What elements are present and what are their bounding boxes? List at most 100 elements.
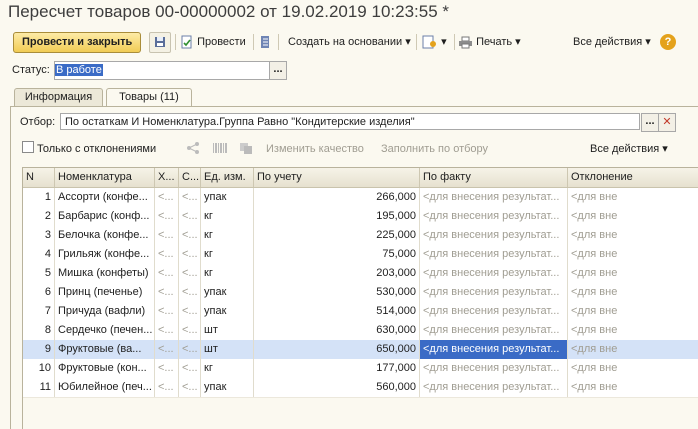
cell-n[interactable]: 1	[23, 188, 55, 207]
cell-by-account[interactable]: 530,000	[254, 283, 420, 302]
status-field[interactable]: В работе	[54, 61, 270, 80]
cell-series[interactable]: <...	[179, 321, 201, 340]
cell-by-account[interactable]: 560,000	[254, 378, 420, 397]
cell-by-account[interactable]: 177,000	[254, 359, 420, 378]
cell-n[interactable]: 8	[23, 321, 55, 340]
cell-characteristic[interactable]: <...	[155, 245, 179, 264]
filter-select-button[interactable]: ...	[641, 113, 659, 132]
col-by-account[interactable]: По учету	[254, 168, 420, 187]
document-journal-button[interactable]	[260, 31, 270, 53]
col-name[interactable]: Номенклатура	[55, 168, 155, 187]
cell-characteristic[interactable]: <...	[155, 207, 179, 226]
table-row[interactable]: 7 Причуда (вафли) <... <... упак 514,000 <для …	[23, 302, 698, 322]
cell-unit[interactable]: упак	[201, 188, 254, 207]
help-icon[interactable]: ?	[660, 34, 676, 50]
cell-series[interactable]: <...	[179, 226, 201, 245]
cell-series[interactable]: <...	[179, 340, 201, 359]
cell-by-account[interactable]: 225,000	[254, 226, 420, 245]
document-actions-dropdown[interactable]: ▾	[422, 31, 447, 53]
table-row[interactable]: 8 Сердечко (печен... <... <... шт 630,000 <для…	[23, 321, 698, 341]
save-button[interactable]	[149, 32, 171, 53]
filter-field[interactable]: По остаткам И Номенклатура.Группа Равно …	[60, 113, 640, 130]
cell-by-fact[interactable]: <для внесения результат...	[420, 302, 568, 321]
table-row[interactable]: 6 Принц (печенье) <... <... упак 530,000 <для …	[23, 283, 698, 303]
cell-series[interactable]: <...	[179, 207, 201, 226]
col-by-fact[interactable]: По факту	[420, 168, 568, 187]
cell-deviation[interactable]: <для вне	[568, 302, 698, 321]
share-icon[interactable]	[186, 141, 200, 157]
cell-unit[interactable]: кг	[201, 359, 254, 378]
create-based-on-dropdown[interactable]: Создать на основании ▾	[288, 31, 411, 53]
table-all-actions-dropdown[interactable]: Все действия ▾	[590, 141, 668, 157]
cell-characteristic[interactable]: <...	[155, 188, 179, 207]
cell-by-account[interactable]: 195,000	[254, 207, 420, 226]
cell-deviation[interactable]: <для вне	[568, 321, 698, 340]
table-row[interactable]: 9 Фруктовые (ва... <... <... шт 650,000 <для в…	[23, 340, 698, 360]
cell-characteristic[interactable]: <...	[155, 302, 179, 321]
cell-deviation[interactable]: <для вне	[568, 226, 698, 245]
table-row[interactable]: 11 Юбилейное (печ... <... <... упак 560,000 <д…	[23, 378, 698, 398]
cell-series[interactable]: <...	[179, 264, 201, 283]
cell-deviation[interactable]: <для вне	[568, 340, 698, 359]
cell-by-account[interactable]: 650,000	[254, 340, 420, 359]
table-row[interactable]: 4 Грильяж (конфе... <... <... кг 75,000 <для в…	[23, 245, 698, 265]
cell-unit[interactable]: кг	[201, 226, 254, 245]
cell-unit[interactable]: шт	[201, 340, 254, 359]
cell-series[interactable]: <...	[179, 245, 201, 264]
cell-n[interactable]: 6	[23, 283, 55, 302]
cell-characteristic[interactable]: <...	[155, 340, 179, 359]
cell-deviation[interactable]: <для вне	[568, 283, 698, 302]
cell-n[interactable]: 11	[23, 378, 55, 397]
cell-series[interactable]: <...	[179, 302, 201, 321]
cell-series[interactable]: <...	[179, 188, 201, 207]
cell-characteristic[interactable]: <...	[155, 321, 179, 340]
cell-characteristic[interactable]: <...	[155, 264, 179, 283]
cell-by-fact[interactable]: <для внесения результат...	[420, 207, 568, 226]
cell-name[interactable]: Белочка (конфе...	[55, 226, 155, 245]
cell-characteristic[interactable]: <...	[155, 283, 179, 302]
cell-by-account[interactable]: 514,000	[254, 302, 420, 321]
cell-n[interactable]: 9	[23, 340, 55, 359]
cell-series[interactable]: <...	[179, 378, 201, 397]
cell-deviation[interactable]: <для вне	[568, 207, 698, 226]
cell-unit[interactable]: упак	[201, 378, 254, 397]
cell-by-account[interactable]: 203,000	[254, 264, 420, 283]
barcode-icon[interactable]	[212, 141, 228, 157]
cell-characteristic[interactable]: <...	[155, 226, 179, 245]
cell-by-fact[interactable]: <для внесения результат...	[420, 245, 568, 264]
cell-name[interactable]: Сердечко (печен...	[55, 321, 155, 340]
col-series[interactable]: С...	[179, 168, 201, 187]
cell-name[interactable]: Фруктовые (кон...	[55, 359, 155, 378]
cell-name[interactable]: Ассорти (конфе...	[55, 188, 155, 207]
cell-n[interactable]: 2	[23, 207, 55, 226]
cell-by-fact[interactable]: <для внесения результат...	[420, 264, 568, 283]
col-n[interactable]: N	[23, 168, 55, 187]
change-quality-button[interactable]: Изменить качество	[266, 141, 364, 157]
cell-n[interactable]: 7	[23, 302, 55, 321]
cell-series[interactable]: <...	[179, 359, 201, 378]
post-and-close-button[interactable]: Провести и закрыть	[13, 32, 142, 53]
cell-n[interactable]: 10	[23, 359, 55, 378]
all-actions-dropdown[interactable]: Все действия ▾	[573, 31, 651, 53]
table-row[interactable]: 10 Фруктовые (кон... <... <... кг 177,000 <для…	[23, 359, 698, 379]
cell-by-fact[interactable]: <для внесения результат...	[420, 340, 568, 359]
cell-deviation[interactable]: <для вне	[568, 264, 698, 283]
print-dropdown[interactable]: Печать ▾	[458, 31, 521, 53]
cell-deviation[interactable]: <для вне	[568, 378, 698, 397]
fill-by-filter-button[interactable]: Заполнить по отбору	[381, 141, 488, 157]
filter-clear-icon[interactable]: ✕	[658, 113, 676, 132]
cell-characteristic[interactable]: <...	[155, 378, 179, 397]
tab-goods[interactable]: Товары (11)	[106, 88, 192, 107]
status-select-button[interactable]: ...	[269, 61, 287, 80]
cell-by-account[interactable]: 266,000	[254, 188, 420, 207]
cell-name[interactable]: Принц (печенье)	[55, 283, 155, 302]
cell-deviation[interactable]: <для вне	[568, 188, 698, 207]
cell-deviation[interactable]: <для вне	[568, 245, 698, 264]
table-row[interactable]: 2 Барбарис (конф... <... <... кг 195,000 <для …	[23, 207, 698, 227]
table-row[interactable]: 3 Белочка (конфе... <... <... кг 225,000 <для …	[23, 226, 698, 246]
cell-n[interactable]: 5	[23, 264, 55, 283]
cell-unit[interactable]: шт	[201, 321, 254, 340]
cell-unit[interactable]: кг	[201, 245, 254, 264]
cell-characteristic[interactable]: <...	[155, 359, 179, 378]
cell-by-fact[interactable]: <для внесения результат...	[420, 188, 568, 207]
